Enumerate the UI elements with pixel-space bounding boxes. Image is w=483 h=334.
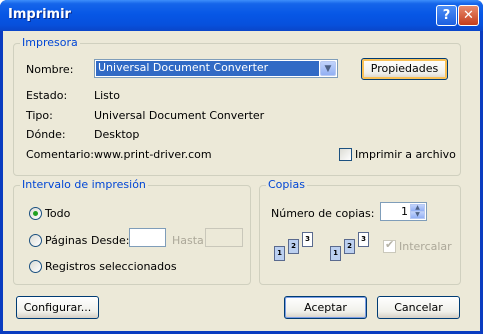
properties-button[interactable]: Propiedades xyxy=(361,58,448,80)
checkmark-icon: ✔ xyxy=(385,238,395,251)
title-bar[interactable]: Imprimir ? ✕ xyxy=(0,0,483,31)
cancel-button[interactable]: Cancelar xyxy=(377,296,460,319)
copies-count-value: 1 xyxy=(401,205,408,218)
from-input[interactable] xyxy=(129,228,166,247)
print-to-file-label[interactable]: Imprimir a archivo xyxy=(355,148,456,161)
close-button[interactable]: ✕ xyxy=(458,5,479,26)
radio-selected-dot xyxy=(33,211,38,216)
page-1-icon: 1 xyxy=(330,246,341,261)
collate-illustration-set-1: 1 2 3 xyxy=(274,232,324,272)
print-dialog: Imprimir ? ✕ Impresora Nombre: Universal… xyxy=(0,0,483,334)
from-label: Desde: xyxy=(91,234,130,247)
print-to-file-checkbox[interactable] xyxy=(339,148,352,161)
type-label: Tipo: xyxy=(26,109,53,122)
setup-button[interactable]: Configurar... xyxy=(16,296,99,319)
printer-group: Impresora Nombre: Universal Document Con… xyxy=(13,36,461,176)
printer-name-select[interactable]: Universal Document Converter ▼ xyxy=(94,59,338,78)
close-icon: ✕ xyxy=(463,8,474,23)
print-range-legend: Intervalo de impresión xyxy=(20,178,148,191)
spin-down-icon[interactable]: ▼ xyxy=(410,211,425,219)
page-2-icon: 2 xyxy=(288,239,299,254)
dialog-body: Impresora Nombre: Universal Document Con… xyxy=(3,31,480,331)
help-icon: ? xyxy=(442,8,451,23)
to-label: Hasta: xyxy=(172,234,208,247)
radio-all-label[interactable]: Todo xyxy=(45,207,70,220)
ok-button[interactable]: Aceptar xyxy=(284,296,367,319)
page-3-icon: 3 xyxy=(358,232,369,247)
where-value: Desktop xyxy=(94,128,140,141)
copies-legend: Copias xyxy=(266,178,307,191)
to-input[interactable] xyxy=(205,228,243,247)
window-title: Imprimir xyxy=(8,7,71,22)
page-2-icon: 2 xyxy=(344,239,355,254)
radio-pages-label[interactable]: Páginas xyxy=(45,234,87,247)
radio-pages[interactable] xyxy=(29,234,42,247)
chevron-down-icon[interactable]: ▼ xyxy=(320,61,336,76)
radio-selection[interactable] xyxy=(29,260,42,273)
collate-checkbox[interactable]: ✔ xyxy=(383,238,396,253)
type-value: Universal Document Converter xyxy=(94,109,265,122)
status-value: Listo xyxy=(94,89,120,102)
page-3-icon: 3 xyxy=(302,232,313,247)
radio-all[interactable] xyxy=(29,207,42,220)
where-label: Dónde: xyxy=(26,128,66,141)
copies-count-label: Número de copias: xyxy=(271,207,375,220)
comment-label: Comentario: xyxy=(26,148,94,161)
collate-label[interactable]: Intercalar xyxy=(399,240,452,253)
printer-name-label: Nombre: xyxy=(26,63,74,76)
page-1-icon: 1 xyxy=(274,246,285,261)
printer-legend: Impresora xyxy=(20,36,80,49)
radio-selection-label[interactable]: Registros seleccionados xyxy=(45,260,177,273)
copies-count-spinner[interactable]: 1 ▲ ▼ xyxy=(380,202,427,221)
print-range-group: Intervalo de impresión Todo Páginas Desd… xyxy=(13,178,251,285)
comment-value: www.print-driver.com xyxy=(94,148,212,161)
collate-illustration-set-2: 1 2 3 xyxy=(330,232,380,272)
status-label: Estado: xyxy=(26,89,68,102)
printer-name-value: Universal Document Converter xyxy=(96,61,319,76)
help-button[interactable]: ? xyxy=(436,5,457,26)
copies-group: Copias Número de copias: 1 ▲ ▼ 1 2 3 1 2… xyxy=(259,178,461,285)
